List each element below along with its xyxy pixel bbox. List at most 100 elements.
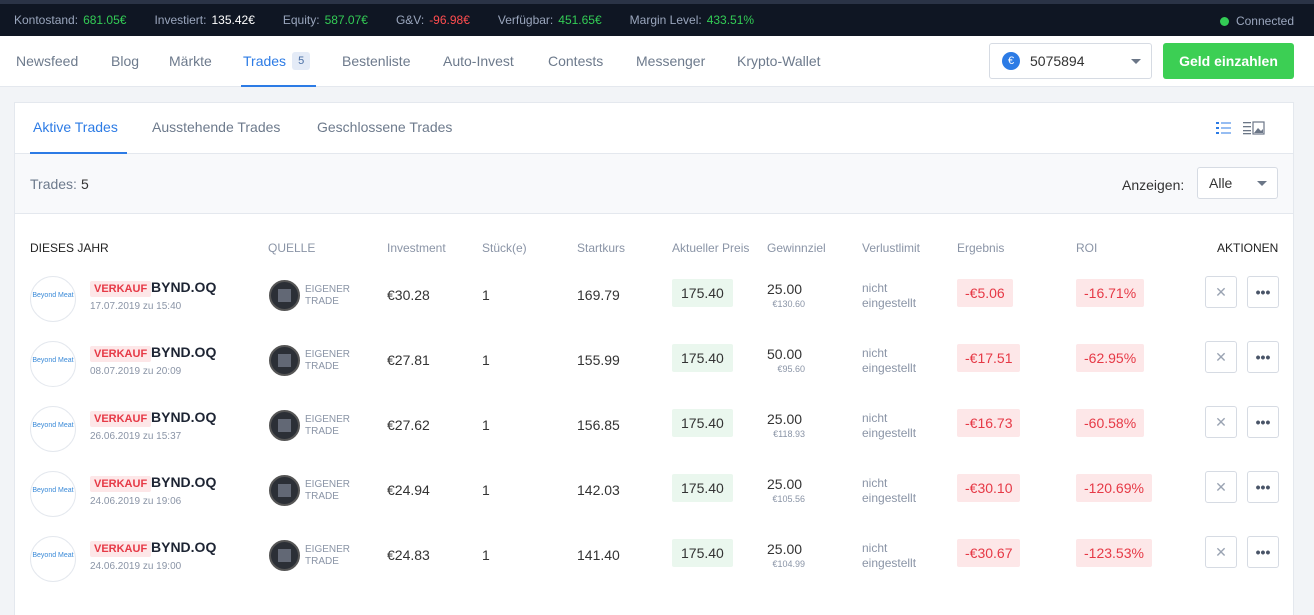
source-avatar xyxy=(269,280,300,311)
start-price-value: 142.03 xyxy=(577,482,620,498)
take-profit-eur: €130.60 xyxy=(772,299,805,309)
close-trade-button[interactable]: ✕ xyxy=(1205,471,1237,503)
close-trade-button[interactable]: ✕ xyxy=(1205,341,1237,373)
take-profit-value[interactable]: 25.00 xyxy=(767,411,802,427)
card-view-icon[interactable] xyxy=(1243,121,1265,135)
current-price-value: 175.40 xyxy=(672,279,733,307)
account-status-bar: Kontostand: 681.05€ Investiert: 135.42€ Eq… xyxy=(0,0,1314,36)
close-trade-button[interactable]: ✕ xyxy=(1205,276,1237,308)
current-price-value: 175.40 xyxy=(672,474,733,502)
chevron-down-icon xyxy=(1257,181,1267,186)
tab-active-trades[interactable]: Aktive Trades xyxy=(30,103,127,154)
column-header-roi: ROI xyxy=(1076,241,1098,255)
more-icon: ••• xyxy=(1255,284,1271,300)
connection-status: Connected xyxy=(1219,14,1294,28)
company-logo: Beyond Meat xyxy=(30,471,76,517)
nav-markets[interactable]: Märkte xyxy=(169,36,212,87)
company-logo: Beyond Meat xyxy=(30,276,76,322)
take-profit-eur: €118.93 xyxy=(773,429,805,439)
start-price-value: 141.40 xyxy=(577,547,620,563)
more-actions-button[interactable]: ••• xyxy=(1247,471,1279,503)
nav-newsfeed[interactable]: Newsfeed xyxy=(16,36,78,87)
trade-date: 08.07.2019 zu 20:09 xyxy=(90,366,182,377)
close-icon: ✕ xyxy=(1215,284,1227,300)
more-icon: ••• xyxy=(1255,544,1271,560)
nav-auto-invest[interactable]: Auto-Invest xyxy=(443,36,514,87)
column-header-start-price: Startkurs xyxy=(577,241,626,255)
trade-symbol[interactable]: BYND.OQ xyxy=(151,539,216,555)
nav-trades[interactable]: Trades 5 xyxy=(241,36,316,87)
tab-pending-trades[interactable]: Ausstehende Trades xyxy=(152,103,280,154)
table-row[interactable]: Beyond Meat VERKAUF BYND.OQ 17.07.2019 zu 1… xyxy=(15,268,1293,333)
stop-loss-value[interactable]: nicht eingestellt xyxy=(862,476,942,506)
stop-loss-value[interactable]: nicht eingestellt xyxy=(862,411,942,441)
column-header-units: Stück(e) xyxy=(482,241,527,255)
trade-symbol[interactable]: BYND.OQ xyxy=(151,409,216,425)
more-actions-button[interactable]: ••• xyxy=(1247,406,1279,438)
units-value: 1 xyxy=(482,352,490,368)
deposit-button[interactable]: Geld einzahlen xyxy=(1163,43,1294,79)
result-value: -€30.10 xyxy=(957,474,1021,502)
roi-value: -120.69% xyxy=(1076,474,1152,502)
company-logo: Beyond Meat xyxy=(30,406,76,452)
more-actions-button[interactable]: ••• xyxy=(1247,536,1279,568)
source-label: EIGENER TRADE xyxy=(305,479,351,502)
table-row[interactable]: Beyond Meat VERKAUF BYND.OQ 24.06.2019 zu 1… xyxy=(15,463,1293,528)
tab-closed-trades[interactable]: Geschlossene Trades xyxy=(317,103,452,154)
nav-messenger[interactable]: Messenger xyxy=(636,36,705,87)
take-profit-value[interactable]: 25.00 xyxy=(767,281,802,297)
units-value: 1 xyxy=(482,482,490,498)
source-label: EIGENER TRADE xyxy=(305,349,351,372)
nav-crypto-wallet[interactable]: Krypto-Wallet xyxy=(737,36,821,87)
close-trade-button[interactable]: ✕ xyxy=(1205,406,1237,438)
account-number: 5075894 xyxy=(1030,53,1085,69)
table-row[interactable]: Beyond Meat VERKAUF BYND.OQ 08.07.2019 zu 2… xyxy=(15,333,1293,398)
take-profit-value[interactable]: 50.00 xyxy=(767,346,802,362)
side-badge: VERKAUF xyxy=(90,541,152,557)
side-badge: VERKAUF xyxy=(90,346,152,362)
more-actions-button[interactable]: ••• xyxy=(1247,341,1279,373)
take-profit-eur: €105.56 xyxy=(772,494,805,504)
trade-symbol[interactable]: BYND.OQ xyxy=(151,344,216,360)
stop-loss-value[interactable]: nicht eingestellt xyxy=(862,541,942,571)
close-trade-button[interactable]: ✕ xyxy=(1205,536,1237,568)
show-filter-select[interactable]: Alle xyxy=(1197,167,1278,199)
take-profit-value[interactable]: 25.00 xyxy=(767,476,802,492)
source-avatar xyxy=(269,410,300,441)
trade-symbol[interactable]: BYND.OQ xyxy=(151,279,216,295)
nav-blog[interactable]: Blog xyxy=(111,36,139,87)
trade-symbol[interactable]: BYND.OQ xyxy=(151,474,216,490)
account-selector[interactable]: € 5075894 xyxy=(989,43,1152,79)
column-header-source: QUELLE xyxy=(268,241,316,255)
nav-leaderboard[interactable]: Bestenliste xyxy=(342,36,410,87)
take-profit-eur: €95.60 xyxy=(777,364,805,374)
trade-date: 24.06.2019 zu 19:06 xyxy=(90,496,182,507)
more-actions-button[interactable]: ••• xyxy=(1247,276,1279,308)
start-price-value: 169.79 xyxy=(577,287,620,303)
take-profit-value[interactable]: 25.00 xyxy=(767,541,802,557)
stat-invested: Investiert: 135.42€ xyxy=(154,13,255,27)
stat-equity: Equity: 587.07€ xyxy=(282,13,368,27)
source-label: EIGENER TRADE xyxy=(305,284,351,307)
more-icon: ••• xyxy=(1255,349,1271,365)
units-value: 1 xyxy=(482,547,490,563)
list-view-icon[interactable] xyxy=(1216,121,1232,135)
column-header-take-profit: Gewinnziel xyxy=(767,241,826,255)
source-avatar xyxy=(269,540,300,571)
nav-contests[interactable]: Contests xyxy=(548,36,603,87)
result-value: -€17.51 xyxy=(957,344,1021,372)
roi-value: -60.58% xyxy=(1076,409,1145,437)
roi-value: -62.95% xyxy=(1076,344,1145,372)
current-price-value: 175.40 xyxy=(672,344,733,372)
table-row[interactable]: Beyond Meat VERKAUF BYND.OQ 26.06.2019 zu 1… xyxy=(15,398,1293,463)
trade-date: 26.06.2019 zu 15:37 xyxy=(90,431,182,442)
close-icon: ✕ xyxy=(1215,414,1227,430)
investment-value: €27.62 xyxy=(387,417,430,433)
table-row[interactable]: Beyond Meat VERKAUF BYND.OQ 24.06.2019 zu 1… xyxy=(15,528,1293,593)
side-badge: VERKAUF xyxy=(90,411,152,427)
stop-loss-value[interactable]: nicht eingestellt xyxy=(862,346,942,376)
investment-value: €27.81 xyxy=(387,352,430,368)
stop-loss-value[interactable]: nicht eingestellt xyxy=(862,281,942,311)
investment-value: €30.28 xyxy=(387,287,430,303)
euro-icon: € xyxy=(1002,52,1020,70)
